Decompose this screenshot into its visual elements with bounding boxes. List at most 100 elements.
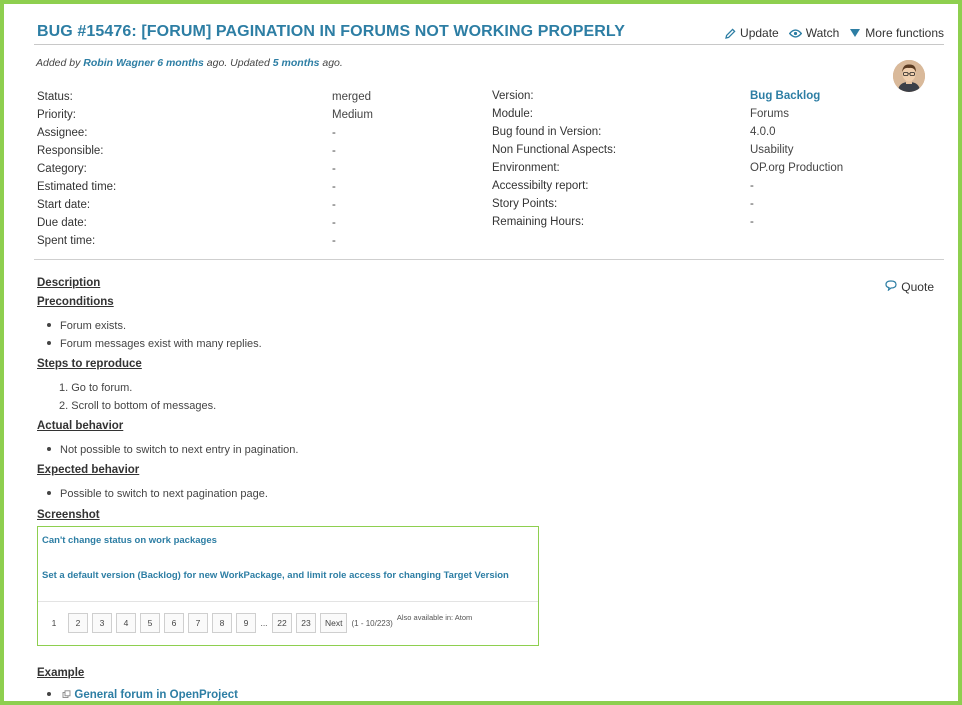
description-heading: Description [37, 277, 101, 289]
quote-button[interactable]: Quote [885, 280, 934, 294]
example-forum-link[interactable]: General forum in OpenProject [74, 689, 238, 701]
attribute-label: Spent time: [37, 235, 96, 247]
attribute-value: - [750, 216, 754, 228]
attribute-row: Accessibilty report: - [492, 180, 942, 198]
triangle-down-icon [849, 28, 861, 38]
watch-button[interactable]: Watch [788, 26, 840, 40]
attribute-value: 4.0.0 [750, 126, 776, 138]
attribute-label: Remaining Hours: [492, 216, 585, 228]
update-button[interactable]: Update [725, 26, 779, 40]
page-item: 22 [272, 613, 292, 633]
attribute-label: Bug found in Version: [492, 126, 602, 138]
screenshot-link-status: Can't change status on work packages [42, 535, 217, 546]
created-ago-link[interactable]: 6 months [157, 57, 204, 69]
screenshot-divider [38, 601, 538, 602]
actual-heading: Actual behavior [37, 420, 124, 432]
attribute-value: - [332, 163, 336, 175]
attribute-label: Story Points: [492, 198, 558, 210]
list-item: Not possible to switch to next entry in … [47, 444, 298, 456]
list-item-text: Possible to switch to next pagination pa… [60, 488, 268, 500]
attribute-value: OP.org Production [750, 162, 844, 174]
attribute-label: Category: [37, 163, 87, 175]
page-title: BUG #15476: [FORUM] PAGINATION IN FORUMS… [37, 23, 626, 40]
attribute-value: - [332, 181, 336, 193]
also-available: Also available in: Atom [396, 612, 473, 622]
steps-heading: Steps to reproduce [37, 358, 142, 370]
page-item: 4 [116, 613, 136, 633]
page-ellipsis: ... [260, 618, 268, 628]
list-item-text: Forum messages exist with many replies. [60, 338, 262, 350]
expected-heading: Expected behavior [37, 464, 140, 476]
page-range: (1 - 10/223) [351, 618, 393, 628]
screenshot-pagination: 1 2 3 4 5 6 7 8 9 ... 22 23 Next (1 - 10… [44, 613, 472, 633]
attribute-row: Non Functional Aspects: Usability [492, 144, 942, 162]
toolbar: Update Watch More functions [725, 26, 944, 40]
more-functions-label: More functions [865, 26, 944, 40]
attribute-label: Start date: [37, 199, 91, 211]
attribute-row: Responsible: - [37, 145, 487, 163]
watch-label: Watch [805, 26, 840, 40]
attribute-row: Start date: - [37, 199, 487, 217]
quote-label: Quote [901, 280, 934, 294]
author-link[interactable]: Robin Wagner [83, 57, 154, 69]
attribute-label: Due date: [37, 217, 87, 229]
meta-end-text: ago. [322, 57, 343, 69]
attribute-value: - [332, 127, 336, 139]
attribute-row: Module: Forums [492, 108, 942, 126]
screenshot-link-version: Set a default version (Backlog) for new … [42, 570, 509, 581]
attribute-label: Estimated time: [37, 181, 117, 193]
attribute-row: Version: Bug Backlog [492, 90, 942, 108]
attribute-row: Category: - [37, 163, 487, 181]
page-item: 23 [296, 613, 316, 633]
attribute-label: Priority: [37, 109, 76, 121]
speech-bubble-icon [885, 280, 897, 294]
page-item: 2 [68, 613, 88, 633]
attribute-label: Module: [492, 108, 533, 120]
attribute-row: Environment: OP.org Production [492, 162, 942, 180]
meta-prefix: Added by [36, 57, 81, 69]
page-item: 3 [92, 613, 112, 633]
section-divider [34, 259, 944, 260]
attribute-value: Medium [332, 109, 373, 121]
list-item-text: Forum exists. [60, 320, 127, 332]
attribute-value: - [750, 180, 754, 192]
list-item: Possible to switch to next pagination pa… [47, 488, 268, 500]
attribute-row: Remaining Hours: - [492, 216, 942, 234]
list-item: Forum messages exist with many replies. [47, 338, 262, 350]
external-link-icon [62, 689, 74, 701]
meta-updated-text: ago. Updated [206, 57, 270, 69]
preconditions-heading: Preconditions [37, 296, 114, 308]
work-package-view: BUG #15476: [FORUM] PAGINATION IN FORUMS… [34, 14, 944, 701]
attribute-row: Priority: Medium [37, 109, 487, 127]
attribute-value: - [332, 145, 336, 157]
page-item: 9 [236, 613, 256, 633]
more-functions-button[interactable]: More functions [849, 26, 944, 40]
page-item: 6 [164, 613, 184, 633]
attribute-value: Usability [750, 144, 794, 156]
attribute-label: Status: [37, 91, 73, 103]
attribute-value: - [332, 235, 336, 247]
attribute-row: Spent time: - [37, 235, 487, 253]
attribute-value: merged [332, 91, 371, 103]
updated-ago-link[interactable]: 5 months [273, 57, 320, 69]
update-label: Update [740, 26, 779, 40]
page-item: 8 [212, 613, 232, 633]
attribute-row: Story Points: - [492, 198, 942, 216]
page-item: 1 [51, 618, 57, 628]
version-link[interactable]: Bug Backlog [750, 90, 820, 102]
attribute-label: Assignee: [37, 127, 88, 139]
author-meta: Added by Robin Wagner 6 months ago. Upda… [36, 57, 343, 69]
attribute-label: Version: [492, 90, 534, 102]
screenshot-heading: Screenshot [37, 509, 100, 521]
list-item: 2. Scroll to bottom of messages. [59, 400, 217, 412]
attribute-label: Responsible: [37, 145, 104, 157]
list-item-text: Not possible to switch to next entry in … [60, 444, 299, 456]
attribute-value: - [332, 199, 336, 211]
example-heading: Example [37, 667, 85, 679]
attribute-value: - [332, 217, 336, 229]
avatar [893, 60, 925, 92]
attribute-row: Bug found in Version: 4.0.0 [492, 126, 942, 144]
example-list-item: General forum in OpenProject [47, 689, 238, 701]
attribute-label: Accessibilty report: [492, 180, 589, 192]
attribute-value: - [750, 198, 754, 210]
